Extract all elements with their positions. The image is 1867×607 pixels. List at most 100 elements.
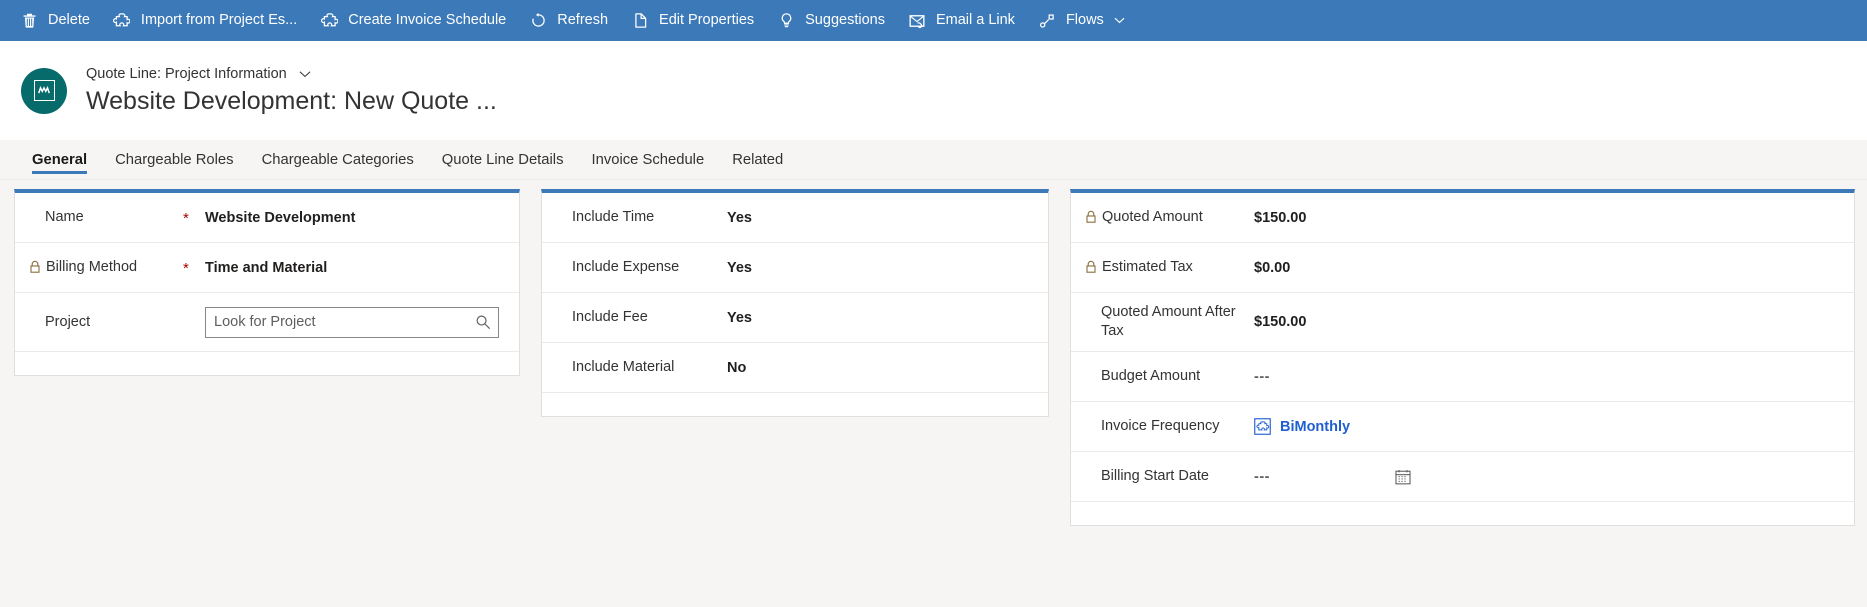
field-label-text: Quoted Amount	[1102, 209, 1203, 226]
field-estimated-tax: Estimated Tax $0.00	[1071, 243, 1854, 293]
field-value[interactable]: No	[727, 360, 1034, 376]
tab-label: Related	[732, 151, 784, 168]
chevron-down-icon[interactable]	[298, 67, 312, 81]
command-delete[interactable]: Delete	[8, 0, 101, 41]
field-include-material: Include Material No	[542, 343, 1048, 393]
tab-label: Quote Line Details	[441, 151, 564, 168]
tab-label: Chargeable Categories	[261, 151, 414, 168]
tab-general[interactable]: General	[18, 140, 101, 179]
record-header: Quote Line: Project Information Website …	[0, 41, 1867, 140]
command-flows[interactable]: Flows	[1026, 0, 1137, 41]
command-bar: Delete Import from Project Es... Create …	[0, 0, 1867, 41]
command-label: Import from Project Es...	[140, 12, 298, 29]
field-include-fee: Include Fee Yes	[542, 293, 1048, 343]
field-value: $0.00	[1254, 259, 1291, 276]
field-value[interactable]: Time and Material	[205, 260, 505, 276]
tab-label: Invoice Schedule	[591, 151, 705, 168]
command-refresh[interactable]: Refresh	[517, 0, 619, 41]
field-value[interactable]: Yes	[727, 310, 1034, 326]
tab-label: Chargeable Roles	[115, 151, 234, 168]
field-label: Budget Amount	[1071, 367, 1254, 386]
field-label: Include Expense	[542, 258, 727, 277]
card-bottom-spacer	[1071, 502, 1854, 525]
field-label-text: Include Fee	[572, 309, 648, 326]
field-label-text: Project	[45, 313, 91, 330]
invoice-frequency-link[interactable]: BiMonthly	[1280, 419, 1350, 435]
field-quoted-amount-after-tax: Quoted Amount After Tax $150.00	[1071, 293, 1854, 352]
project-lookup[interactable]	[205, 306, 499, 338]
field-label: Quoted Amount After Tax	[1071, 303, 1254, 340]
avatar	[21, 67, 67, 114]
lock-icon	[29, 260, 41, 274]
field-label: Invoice Frequency	[1071, 417, 1254, 436]
field-value[interactable]: Yes	[727, 210, 1034, 226]
search-icon[interactable]	[468, 308, 498, 337]
tab-quote-line-details[interactable]: Quote Line Details	[428, 140, 578, 179]
field-label: Include Material	[542, 358, 727, 377]
field-value[interactable]: Website Development	[205, 210, 505, 226]
field-project: Project	[15, 293, 519, 352]
field-label-text: Invoice Frequency	[1101, 418, 1220, 435]
email-link-icon	[907, 11, 927, 31]
tab-strip: General Chargeable Roles Chargeable Cate…	[0, 140, 1867, 180]
tab-chargeable-roles[interactable]: Chargeable Roles	[101, 140, 247, 179]
search-input[interactable]	[206, 307, 468, 337]
lightbulb-icon	[776, 11, 796, 31]
entity-label: Quote Line: Project Information	[86, 65, 287, 82]
command-create-invoice-schedule[interactable]: Create Invoice Schedule	[308, 0, 517, 41]
required-indicator: *	[183, 260, 189, 277]
field-value[interactable]: ---	[1254, 369, 1840, 385]
card-amounts: Quoted Amount $150.00 Estimated Tax $0.0…	[1070, 189, 1855, 526]
required-indicator: *	[183, 210, 189, 227]
command-suggestions[interactable]: Suggestions	[765, 0, 896, 41]
field-label-text: Estimated Tax	[1102, 259, 1193, 276]
field-include-time: Include Time Yes	[542, 193, 1048, 243]
chevron-down-icon[interactable]	[1113, 14, 1126, 27]
field-value: $150.00	[1254, 314, 1307, 330]
field-billing-start-date: Billing Start Date ---	[1071, 452, 1854, 502]
field-billing-method: Billing Method * Time and Material	[15, 243, 519, 293]
field-label: Include Time	[542, 208, 727, 227]
tab-label: General	[32, 151, 88, 168]
field-budget-amount: Budget Amount ---	[1071, 352, 1854, 402]
field-label: Billing Start Date	[1071, 467, 1254, 486]
field-label-text: Name	[45, 209, 84, 226]
tab-chargeable-categories[interactable]: Chargeable Categories	[248, 140, 428, 179]
field-label-text: Budget Amount	[1101, 368, 1201, 385]
field-quoted-amount: Quoted Amount $150.00	[1071, 193, 1854, 243]
date-cell: ---	[1254, 468, 1840, 486]
calendar-icon[interactable]	[1394, 468, 1412, 486]
command-label: Email a Link	[935, 12, 1015, 29]
puzzle-icon	[112, 11, 132, 31]
card-inclusions: Include Time Yes Include Expense Yes Inc…	[541, 189, 1049, 417]
field-label-text: Billing Start Date	[1101, 468, 1209, 485]
field-label-text: Include Expense	[572, 259, 680, 276]
field-value: $150.00	[1254, 209, 1307, 226]
lock-icon	[1085, 260, 1097, 274]
command-edit-properties[interactable]: Edit Properties	[619, 0, 765, 41]
field-value: BiMonthly	[1254, 418, 1840, 435]
field-label-text: Quoted Amount After Tax	[1101, 304, 1236, 339]
tab-invoice-schedule[interactable]: Invoice Schedule	[578, 140, 719, 179]
command-label: Flows	[1065, 12, 1104, 29]
field-label-text: Billing Method	[46, 259, 138, 276]
field-label: Estimated Tax	[1071, 258, 1254, 277]
command-label: Edit Properties	[659, 12, 755, 29]
field-label-text: Include Time	[572, 209, 655, 226]
field-value[interactable]: ---	[1254, 469, 1394, 485]
trash-icon	[19, 11, 39, 31]
command-label: Refresh	[557, 12, 609, 29]
field-label: Project	[15, 313, 183, 332]
field-name: Name * Website Development	[15, 193, 519, 243]
command-label: Suggestions	[805, 12, 885, 29]
tab-related[interactable]: Related	[718, 140, 797, 179]
field-value[interactable]: Yes	[727, 260, 1034, 276]
card-general-details: Name * Website Development Billing Metho…	[14, 189, 520, 376]
lock-icon	[1085, 210, 1097, 224]
page-edit-icon	[630, 11, 650, 31]
command-email-a-link[interactable]: Email a Link	[896, 0, 1026, 41]
invoice-frequency-link-wrap: BiMonthly	[1254, 418, 1350, 435]
command-import-from-project-estimate[interactable]: Import from Project Es...	[101, 0, 308, 41]
field-label-text: Include Material	[572, 359, 675, 376]
field-label: Billing Method	[15, 258, 183, 277]
